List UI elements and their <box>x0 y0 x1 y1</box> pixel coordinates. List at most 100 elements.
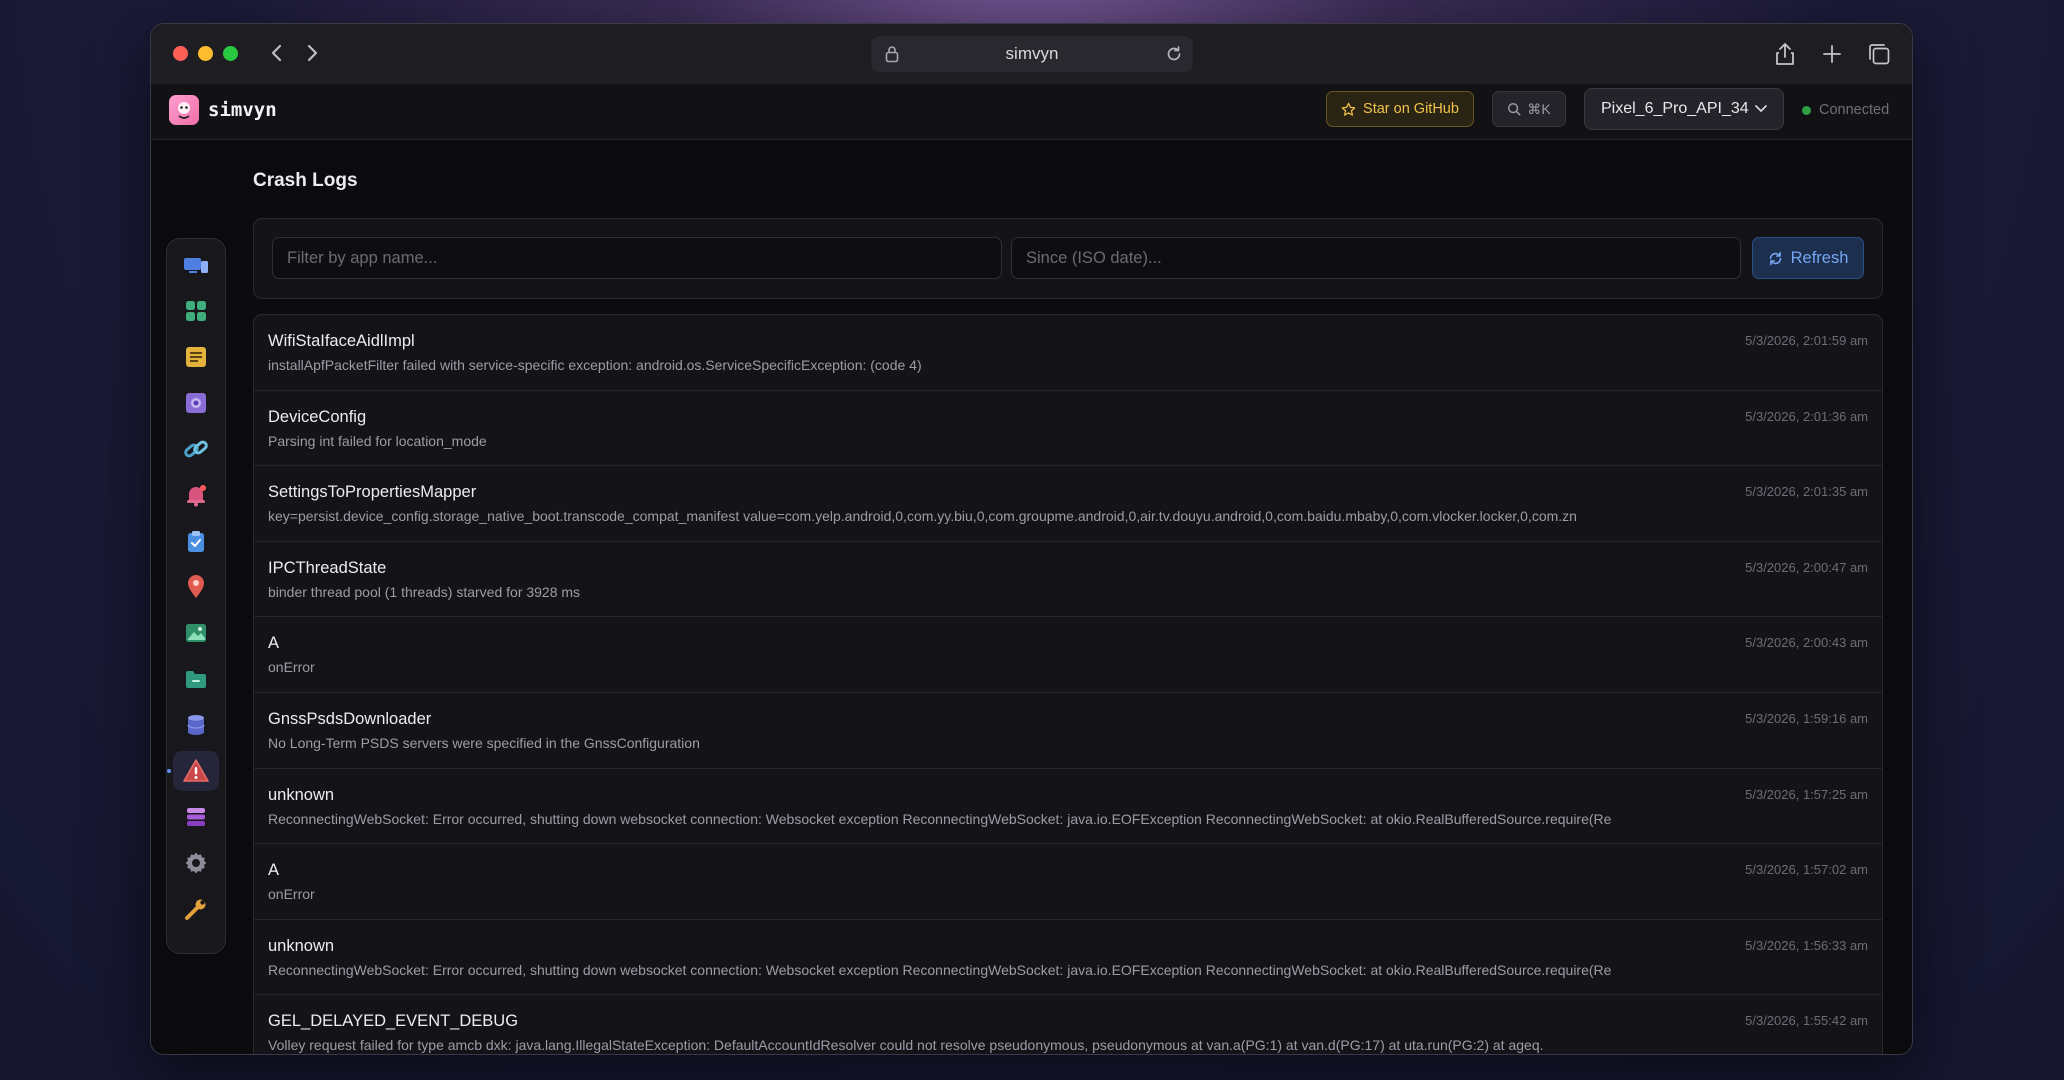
forward-button[interactable] <box>299 40 325 66</box>
sidebar-item-devices[interactable] <box>173 245 219 285</box>
crash-log-timestamp: 5/3/2026, 2:01:36 am <box>1745 408 1868 424</box>
lock-icon <box>885 45 899 68</box>
since-date-filter-input[interactable] <box>1011 237 1741 279</box>
crash-log-message: key=persist.device_config.storage_native… <box>268 508 1577 525</box>
share-button[interactable] <box>1771 40 1799 68</box>
window-controls <box>173 46 238 61</box>
plus-icon <box>1823 45 1841 63</box>
reload-icon[interactable] <box>1165 45 1183 68</box>
settings-gear-icon <box>185 852 207 874</box>
tab-overview-button[interactable] <box>1865 40 1893 68</box>
sidebar-item-notifications[interactable] <box>173 475 219 515</box>
close-window-button[interactable] <box>173 46 188 61</box>
sidebar-item-database[interactable] <box>173 705 219 745</box>
chevron-left-icon <box>271 44 282 62</box>
refresh-icon <box>1769 251 1781 265</box>
sidebar-item-tools[interactable] <box>173 889 219 929</box>
crash-log-timestamp: 5/3/2026, 1:57:02 am <box>1745 862 1868 878</box>
sidebar-item-files[interactable] <box>173 659 219 699</box>
crash-log-row[interactable]: GEL_DELAYED_EVENT_DEBUG Volley request f… <box>254 995 1882 1054</box>
wrench-icon <box>185 899 206 920</box>
back-button[interactable] <box>264 40 290 66</box>
crash-log-timestamp: 5/3/2026, 1:56:33 am <box>1745 937 1868 953</box>
crash-log-source: A <box>268 634 280 653</box>
stack-icon <box>187 808 205 826</box>
folder-icon <box>186 671 206 688</box>
star-on-github-button[interactable]: Star on GitHub <box>1326 91 1474 127</box>
brand-name: simvyn <box>208 99 277 121</box>
filter-bar: Refresh <box>253 218 1883 299</box>
sidebar-item-clipboard[interactable] <box>173 521 219 561</box>
chevron-down-icon <box>1753 100 1769 121</box>
crash-log-source: A <box>268 861 280 880</box>
crash-log-message: ReconnectingWebSocket: Error occurred, s… <box>268 810 1612 827</box>
database-icon <box>187 715 205 735</box>
refresh-button[interactable]: Refresh <box>1752 237 1864 279</box>
zoom-window-button[interactable] <box>223 46 238 61</box>
crash-log-timestamp: 5/3/2026, 1:55:42 am <box>1745 1013 1868 1029</box>
notification-bell-icon <box>187 485 206 507</box>
crash-log-message: binder thread pool (1 threads) starved f… <box>268 583 581 600</box>
crash-log-timestamp: 5/3/2026, 2:01:35 am <box>1745 484 1868 500</box>
app-header: simvyn Star on GitHub ⌘K Pixel_6_Pro_API… <box>151 84 1912 140</box>
crash-log-message: No Long-Term PSDS servers were specified… <box>268 734 700 751</box>
status-dot-icon <box>1802 105 1811 115</box>
sidebar-item-crash-logs[interactable] <box>167 751 219 791</box>
crash-log-row[interactable]: WifiStaIfaceAidlImpl installApfPacketFil… <box>254 315 1882 391</box>
device-selector[interactable]: Pixel_6_Pro_API_34 <box>1584 88 1784 130</box>
crash-log-message: onError <box>268 659 315 676</box>
connection-status: Connected <box>1802 102 1889 118</box>
chevron-right-icon <box>307 44 318 62</box>
crash-log-message: installApfPacketFilter failed with servi… <box>268 357 922 373</box>
app-name-filter-input[interactable] <box>272 237 1002 279</box>
new-tab-button[interactable] <box>1818 40 1846 68</box>
notes-icon <box>186 347 206 367</box>
star-icon <box>1341 102 1356 116</box>
crash-log-row[interactable]: GnssPsdsDownloader No Long-Term PSDS ser… <box>254 693 1882 769</box>
search-icon <box>1508 103 1521 116</box>
screen-capture-icon <box>186 393 206 413</box>
link-icon <box>184 440 208 458</box>
share-icon <box>1776 43 1794 65</box>
sidebar-item-settings[interactable] <box>173 843 219 883</box>
browser-titlebar: simvyn <box>151 24 1912 84</box>
crash-log-row[interactable]: IPCThreadState binder thread pool (1 thr… <box>254 542 1882 618</box>
minimize-window-button[interactable] <box>198 46 213 61</box>
crash-log-source: IPCThreadState <box>268 558 387 577</box>
sidebar-item-logs[interactable] <box>173 797 219 837</box>
crash-log-row[interactable]: A onError 5/3/2026, 2:00:43 am <box>254 617 1882 693</box>
sidebar-item-notes[interactable] <box>173 337 219 377</box>
tabs-icon <box>1869 44 1890 65</box>
simvyn-logo <box>169 95 199 125</box>
sidebar-item-location[interactable] <box>173 567 219 607</box>
crash-log-row[interactable]: SettingsToPropertiesMapper key=persist.d… <box>254 466 1882 542</box>
sidebar-item-screen-capture[interactable] <box>173 383 219 423</box>
crash-log-timestamp: 5/3/2026, 2:00:47 am <box>1745 559 1868 575</box>
crash-log-message: onError <box>268 886 315 903</box>
crash-log-timestamp: 5/3/2026, 2:00:43 am <box>1745 635 1868 651</box>
crash-log-row[interactable]: A onError 5/3/2026, 1:57:02 am <box>254 844 1882 920</box>
star-button-label: Star on GitHub <box>1363 101 1459 117</box>
address-bar[interactable]: simvyn <box>871 36 1193 72</box>
crash-log-message: Volley request failed for type amcb dxk:… <box>268 1037 1544 1054</box>
location-pin-icon <box>188 575 204 598</box>
connection-status-label: Connected <box>1819 102 1890 118</box>
crash-log-source: GnssPsdsDownloader <box>268 709 432 728</box>
url-text: simvyn <box>1005 44 1059 63</box>
sidebar-item-apps[interactable] <box>173 291 219 331</box>
crash-log-row[interactable]: unknown ReconnectingWebSocket: Error occ… <box>254 769 1882 845</box>
crash-log-source: WifiStaIfaceAidlImpl <box>268 332 415 350</box>
apps-grid-icon <box>186 301 206 321</box>
shortcut-label: ⌘K <box>1527 100 1551 117</box>
crash-log-row[interactable]: DeviceConfig Parsing int failed for loca… <box>254 391 1882 467</box>
crash-log-source: SettingsToPropertiesMapper <box>268 483 477 502</box>
active-indicator <box>167 769 171 773</box>
sidebar-item-media[interactable] <box>173 613 219 653</box>
command-palette-button[interactable]: ⌘K <box>1492 91 1566 127</box>
crash-log-message: ReconnectingWebSocket: Error occurred, s… <box>268 961 1612 978</box>
sidebar-item-deep-links[interactable] <box>173 429 219 469</box>
sidebar <box>166 238 226 954</box>
crash-log-row[interactable]: unknown ReconnectingWebSocket: Error occ… <box>254 920 1882 996</box>
crash-log-timestamp: 5/3/2026, 2:01:59 am <box>1745 333 1868 348</box>
devices-icon <box>184 258 208 273</box>
